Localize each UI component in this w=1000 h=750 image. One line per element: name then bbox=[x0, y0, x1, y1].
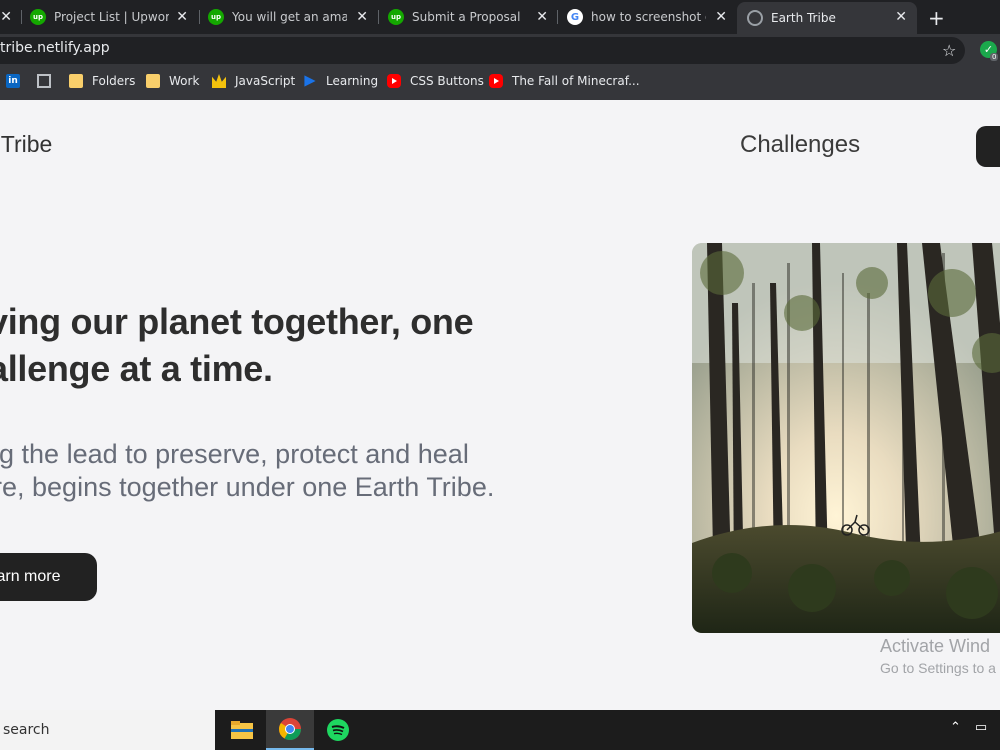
file-explorer-glyph bbox=[231, 721, 253, 739]
spotify-icon[interactable] bbox=[314, 710, 362, 750]
bookmark-label: Learning bbox=[326, 74, 379, 88]
bookmark-label: CSS Buttons bbox=[410, 74, 484, 88]
tab-partial[interactable]: ✕ bbox=[0, 0, 20, 34]
bookmark-label: The Fall of Minecraf... bbox=[512, 74, 640, 88]
bookmark-work[interactable]: Work bbox=[146, 74, 199, 88]
learn-more-button[interactable]: arn more bbox=[0, 553, 97, 601]
hero-headline: ving our planet together, one allenge at… bbox=[0, 298, 628, 392]
hero-subtext: ing the lead to preserve, protect and he… bbox=[0, 438, 618, 504]
tab-earth-tribe[interactable]: Earth Tribe ✕ bbox=[737, 2, 917, 34]
bookmark-javascript[interactable]: JavaScript bbox=[212, 74, 295, 88]
tab-separator bbox=[21, 10, 22, 24]
grid-icon bbox=[37, 74, 51, 88]
activate-windows-subtitle: Go to Settings to a bbox=[880, 660, 996, 676]
tab-how-to-screenshot[interactable]: G how to screenshot on ✕ bbox=[567, 0, 737, 34]
new-tab-button[interactable]: + bbox=[928, 6, 945, 30]
globe-icon bbox=[747, 10, 763, 26]
close-tab-icon[interactable]: ✕ bbox=[0, 9, 12, 25]
spotify-glyph bbox=[327, 719, 349, 741]
taskbar-search-box[interactable]: search bbox=[0, 710, 215, 750]
tab-separator bbox=[378, 10, 379, 24]
close-tab-icon[interactable]: ✕ bbox=[176, 9, 188, 25]
youtube-icon bbox=[489, 74, 503, 88]
tab-title: Submit a Proposal bbox=[412, 10, 521, 24]
chrome-icon[interactable] bbox=[266, 710, 314, 750]
browser-toolbar bbox=[0, 34, 1000, 66]
tab-you-will-get[interactable]: up You will get an amazing ✕ bbox=[208, 0, 378, 34]
bookmark-css-buttons[interactable]: CSS Buttons bbox=[387, 74, 484, 88]
folder-icon bbox=[69, 74, 83, 88]
bookmark-folders[interactable]: Folders bbox=[69, 74, 135, 88]
forest-illustration bbox=[692, 243, 1000, 633]
system-tray: ⌃ ▭ bbox=[950, 720, 987, 735]
hero-headline-line: allenge at a time. bbox=[0, 348, 273, 389]
site-logo[interactable]: nTribe bbox=[0, 131, 52, 158]
chevron-up-icon[interactable]: ⌃ bbox=[950, 720, 961, 735]
bookmark-fall-of-minecraft[interactable]: The Fall of Minecraf... bbox=[489, 74, 640, 88]
network-icon[interactable]: ▭ bbox=[975, 720, 987, 735]
bookmark-label: Work bbox=[169, 74, 200, 88]
tab-title: Earth Tribe bbox=[771, 11, 836, 25]
tab-separator bbox=[199, 10, 200, 24]
hero-subtext-line: ure, begins together under one Earth Tri… bbox=[0, 472, 495, 502]
bookmark-star-icon[interactable]: ☆ bbox=[942, 41, 956, 60]
google-icon: G bbox=[567, 9, 583, 25]
hero-headline-line: ving our planet together, one bbox=[0, 301, 474, 342]
crown-icon bbox=[212, 74, 226, 88]
address-bar[interactable] bbox=[0, 37, 965, 64]
hero-subtext-line: ing the lead to preserve, protect and he… bbox=[0, 439, 469, 469]
folder-icon bbox=[146, 74, 160, 88]
tab-title: Project List | Upwork bbox=[54, 10, 169, 24]
webpage: nTribe Challenges ving our planet togeth… bbox=[0, 100, 1000, 710]
tab-submit-proposal[interactable]: up Submit a Proposal ✕ bbox=[388, 0, 558, 34]
nav-link-challenges[interactable]: Challenges bbox=[740, 131, 860, 159]
close-tab-icon[interactable]: ✕ bbox=[715, 9, 727, 25]
bookmark-label: JavaScript bbox=[235, 74, 296, 88]
tab-separator bbox=[557, 10, 558, 24]
bookmark-grid[interactable] bbox=[37, 74, 60, 88]
extension-badge: 0 bbox=[990, 53, 999, 61]
file-explorer-icon[interactable] bbox=[218, 710, 266, 750]
hero-forest-image bbox=[692, 243, 1000, 633]
chrome-glyph bbox=[279, 718, 301, 740]
upwork-icon: up bbox=[388, 9, 404, 25]
url-text[interactable]: tribe.netlify.app bbox=[0, 40, 110, 56]
activate-windows-title: Activate Wind bbox=[880, 636, 991, 656]
tab-title: how to screenshot on bbox=[591, 10, 706, 24]
youtube-icon bbox=[387, 74, 401, 88]
linkedin-icon: in bbox=[6, 74, 20, 88]
tab-title: You will get an amazing bbox=[232, 10, 347, 24]
bookmark-label: Folders bbox=[92, 74, 136, 88]
close-tab-icon[interactable]: ✕ bbox=[895, 9, 907, 25]
bookmark-learning[interactable]: Learning bbox=[303, 74, 378, 88]
nav-cta-button[interactable] bbox=[976, 126, 1000, 167]
play-icon bbox=[304, 75, 316, 87]
windows-taskbar: search bbox=[0, 710, 1000, 750]
upwork-icon: up bbox=[30, 9, 46, 25]
tab-project-list-upwork[interactable]: up Project List | Upwork ✕ bbox=[30, 0, 198, 34]
upwork-icon: up bbox=[208, 9, 224, 25]
bookmark-linkedin[interactable]: in bbox=[6, 74, 29, 88]
close-tab-icon[interactable]: ✕ bbox=[356, 9, 368, 25]
close-tab-icon[interactable]: ✕ bbox=[536, 9, 548, 25]
